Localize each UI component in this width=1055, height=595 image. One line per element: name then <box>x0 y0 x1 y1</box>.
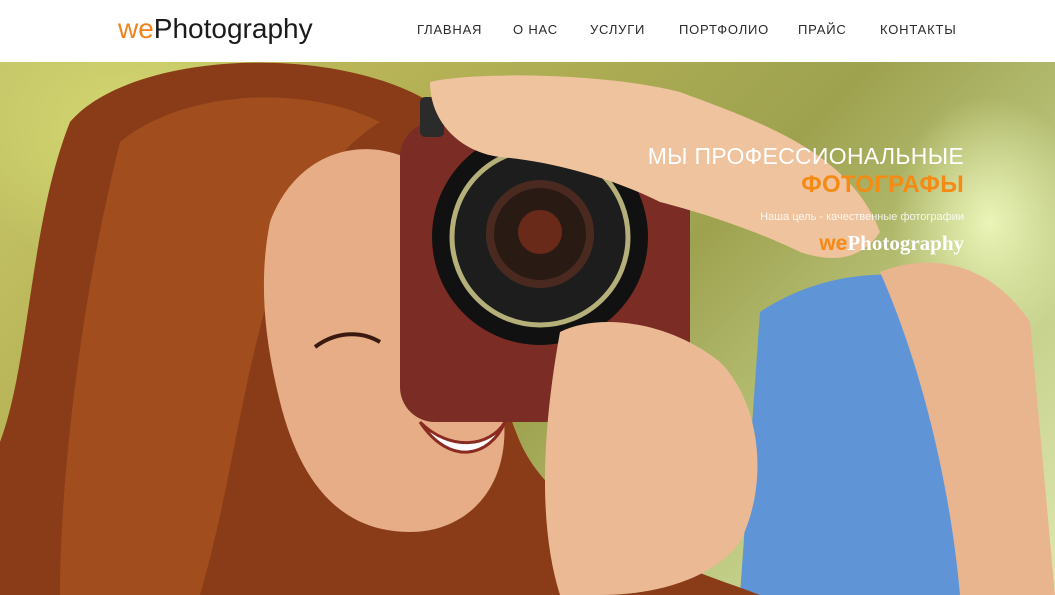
hero-logo-prefix: we <box>819 232 848 255</box>
hero-title-line2: ФОТОГРАФЫ <box>801 171 964 198</box>
hero-subtitle: Наша цель - качественные фотографии <box>760 211 964 223</box>
hero-logo-main: Photography <box>847 231 964 255</box>
nav-item-services[interactable]: УСЛУГИ <box>590 21 645 39</box>
hero-banner: МЫ ПРОФЕССИОНАЛЬНЫЕ ФОТОГРАФЫ Наша цель … <box>0 62 1055 595</box>
nav-item-prices[interactable]: ПРАЙС <box>798 21 847 39</box>
hero-title-line1: МЫ ПРОФЕССИОНАЛЬНЫЕ <box>647 143 964 169</box>
hero-tagline: МЫ ПРОФЕССИОНАЛЬНЫЕ ФОТОГРАФЫ Наша цель … <box>584 142 964 257</box>
nav-item-contacts[interactable]: КОНТАКТЫ <box>880 21 957 39</box>
lens-center <box>518 210 562 254</box>
site-header: wePhotography ГЛАВНАЯ О НАС УСЛУГИ ПОРТФ… <box>0 0 1055 62</box>
nav-item-home[interactable]: ГЛАВНАЯ <box>417 21 482 39</box>
hero-logo: wePhotography <box>584 230 964 257</box>
main-nav: ГЛАВНАЯ О НАС УСЛУГИ ПОРТФОЛИО ПРАЙС КОН… <box>0 0 1055 62</box>
nav-item-portfolio[interactable]: ПОРТФОЛИО <box>679 21 769 39</box>
hand-bottom <box>545 322 758 595</box>
nav-item-about[interactable]: О НАС <box>513 21 558 39</box>
